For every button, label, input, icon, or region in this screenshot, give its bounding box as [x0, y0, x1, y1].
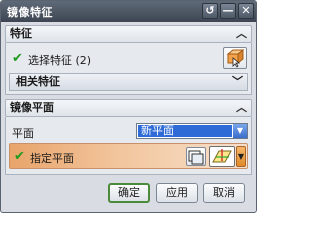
check-icon: ✔ — [14, 149, 25, 164]
select-feature-label[interactable]: 选择特征 (2) — [28, 52, 91, 68]
minimize-button[interactable]: — — [220, 3, 236, 19]
cancel-button[interactable]: 取消 — [203, 183, 245, 203]
apply-button[interactable]: 应用 — [156, 183, 198, 203]
plane-tool-dropdown-icon[interactable]: ▼ — [236, 146, 246, 167]
chevron-down-icon[interactable]: ﹀ — [232, 74, 243, 90]
features-section-header[interactable]: 特征 ︿ — [5, 25, 252, 43]
specify-plane-label: 指定平面 — [30, 152, 74, 165]
mirror-plane-section-header[interactable]: 镜像平面 ︿ — [5, 99, 252, 117]
plane-dialog-icon — [188, 150, 204, 165]
related-features-title: 相关特征 — [16, 75, 60, 88]
chevron-up-icon[interactable]: ︿ — [236, 100, 247, 116]
select-feature-icon — [226, 48, 245, 68]
chevron-up-icon[interactable]: ︿ — [236, 26, 247, 42]
specify-plane-row[interactable]: ✔ 指定平面 ▼ — [9, 143, 248, 169]
reset-button[interactable]: ↺ — [202, 3, 218, 19]
plane-label: 平面 — [12, 127, 34, 140]
mirror-plane-section-title: 镜像平面 — [10, 101, 54, 114]
check-icon: ✔ — [12, 51, 23, 66]
plane-tool-button[interactable] — [209, 146, 235, 167]
plane-dialog-button[interactable] — [186, 147, 206, 166]
features-section-title: 特征 — [10, 27, 32, 40]
plane-select[interactable]: 新平面 ▼ — [136, 123, 248, 139]
related-features-header[interactable]: 相关特征 ﹀ — [9, 73, 248, 91]
close-button[interactable]: ✕ — [238, 3, 254, 19]
dialog-title: 镜像特征 — [7, 5, 53, 19]
ok-button[interactable]: 确定 — [108, 183, 150, 203]
title-bar-buttons: ↺ — ✕ — [202, 3, 254, 19]
plane-select-value: 新平面 — [138, 125, 232, 137]
select-feature-button[interactable] — [223, 47, 247, 69]
mirror-feature-dialog: 镜像特征 ↺ — ✕ 特征 ︿ ✔ 选择特征 (2) 相关特征 ﹀ 镜像平面 ︿ — [0, 0, 257, 213]
dropdown-arrow-icon[interactable]: ▼ — [233, 124, 247, 138]
plane-tool-icon — [212, 149, 232, 163]
title-bar: 镜像特征 ↺ — ✕ — [1, 1, 256, 22]
